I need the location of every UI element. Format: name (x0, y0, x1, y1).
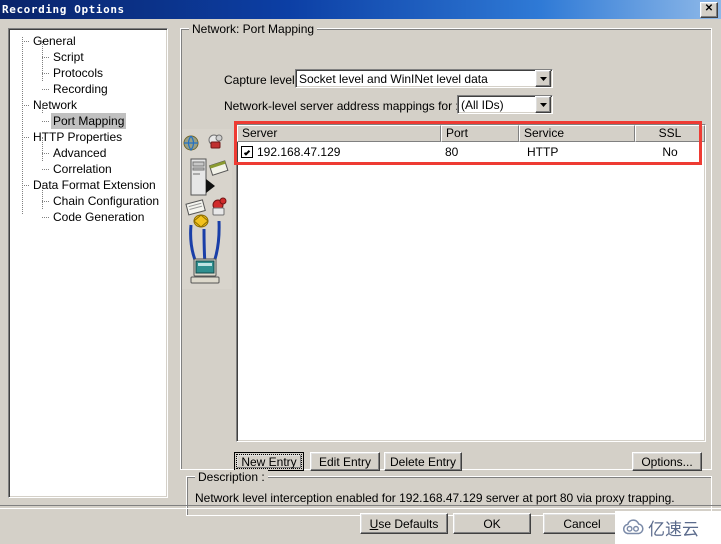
column-header-port[interactable]: Port (441, 125, 519, 142)
server-value: 192.168.47.129 (257, 144, 341, 159)
chevron-down-icon[interactable] (535, 70, 551, 87)
sidebar-item-label: Advanced (53, 146, 107, 160)
sidebar-item-label: Correlation (53, 162, 112, 176)
sidebar-item-label: Script (53, 50, 84, 64)
tree-connector (42, 41, 43, 81)
mappings-for-label: Network-level server address mappings fo… (224, 99, 459, 113)
tree-connector (42, 153, 49, 154)
capture-level-dropdown[interactable]: Socket level and WinINet level data (295, 69, 553, 88)
capture-level-label: Capture level: (224, 73, 299, 87)
tree-connector (42, 73, 49, 74)
watermark-text: 亿速云 (648, 520, 699, 540)
table-row[interactable]: 192.168.47.129 80 HTTP No (237, 142, 705, 161)
ok-button[interactable]: OK (453, 513, 531, 534)
client-area: General Script Protocols Recording Network Po… (0, 19, 721, 544)
tree-connector (42, 185, 43, 209)
sidebar-item-chain-configuration[interactable]: Chain Configuration (9, 193, 167, 209)
sidebar-item-label: Port Mapping (51, 113, 127, 129)
tree-connector (42, 57, 49, 58)
sidebar-item-label: General (33, 34, 76, 48)
tree-connector (22, 41, 29, 42)
close-icon[interactable]: ✕ (700, 2, 718, 18)
sidebar-item-general[interactable]: General (9, 33, 167, 49)
mappings-for-value: (All IDs) (461, 97, 504, 112)
row-checkbox[interactable] (241, 145, 253, 158)
chevron-down-icon[interactable] (535, 96, 551, 113)
use-defaults-mnemonic: U (369, 516, 379, 531)
settings-tree[interactable]: General Script Protocols Recording Network Po… (8, 28, 168, 498)
mappings-for-dropdown[interactable]: (All IDs) (457, 95, 553, 114)
tree-connector (22, 137, 29, 138)
new-entry-button-label: New Entry (236, 454, 302, 469)
delete-entry-button[interactable]: Delete Entry (384, 452, 462, 471)
tree-connector (42, 169, 49, 170)
cell-service: HTTP (527, 144, 559, 159)
network-illustration (182, 129, 232, 289)
sidebar-item-label: HTTP Properties (33, 130, 123, 144)
sidebar-item-label: Protocols (53, 66, 104, 80)
cell-ssl: No (662, 144, 678, 159)
use-defaults-label: se Defaults (378, 516, 439, 531)
options-button[interactable]: Options... (632, 452, 702, 471)
sidebar-item-code-generation[interactable]: Code Generation (9, 209, 167, 225)
edit-entry-button[interactable]: Edit Entry (310, 452, 380, 471)
tree-connector (42, 137, 43, 161)
port-mapping-table[interactable]: Server Port Service SSL 192.168.47.129 80 HTT… (236, 124, 706, 442)
cloud-logo-icon (622, 518, 644, 534)
sidebar-item-http-properties[interactable]: HTTP Properties (9, 129, 167, 145)
port-mapping-group-title: Network: Port Mapping (189, 22, 318, 36)
watermark: 亿速云 (615, 511, 721, 544)
sidebar-item-script[interactable]: Script (9, 49, 167, 65)
table-body: 192.168.47.129 80 HTTP No (237, 142, 705, 161)
sidebar-item-label: Recording (53, 82, 108, 96)
column-header-service[interactable]: Service (519, 125, 635, 142)
title-bar: Recording Options ✕ (0, 0, 721, 19)
tree-connector (42, 89, 49, 90)
cancel-button[interactable]: Cancel (543, 513, 621, 534)
sidebar-item-label: Network (33, 98, 78, 112)
sidebar-item-label: Data Format Extension (33, 178, 156, 192)
column-header-server[interactable]: Server (237, 125, 441, 142)
description-groupbox: Description : Network level interception… (186, 470, 712, 516)
tree-connector (42, 121, 49, 122)
sidebar-item-port-mapping[interactable]: Port Mapping (9, 113, 167, 129)
sidebar-item-label: Code Generation (53, 210, 145, 224)
table-header-row: Server Port Service SSL (237, 125, 705, 142)
tree-list: General Script Protocols Recording Network Po… (9, 29, 167, 225)
sidebar-item-protocols[interactable]: Protocols (9, 65, 167, 81)
sidebar-item-label: Chain Configuration (53, 194, 160, 208)
sidebar-item-network[interactable]: Network (9, 97, 167, 113)
tree-connector (42, 201, 49, 202)
tree-connector (22, 185, 29, 186)
recording-options-window: Recording Options ✕ General Script Protoco… (0, 0, 721, 544)
sidebar-item-advanced[interactable]: Advanced (9, 145, 167, 161)
capture-level-value: Socket level and WinINet level data (299, 71, 488, 86)
description-group-title: Description : (195, 470, 268, 484)
sidebar-item-data-format-extension[interactable]: Data Format Extension (9, 177, 167, 193)
column-header-ssl[interactable]: SSL (635, 125, 705, 142)
tree-connector (42, 217, 49, 218)
sidebar-item-correlation[interactable]: Correlation (9, 161, 167, 177)
bottom-separator (0, 505, 721, 509)
tree-connector (22, 105, 29, 106)
cell-server: 192.168.47.129 (237, 145, 441, 159)
cell-port: 80 (445, 144, 459, 159)
window-title: Recording Options (2, 3, 125, 16)
use-defaults-button[interactable]: Use Defaults (360, 513, 448, 534)
tree-connector (42, 105, 43, 113)
new-entry-button[interactable]: New Entry (234, 452, 304, 471)
sidebar-item-recording[interactable]: Recording (9, 81, 167, 97)
description-text: Network level interception enabled for 1… (195, 491, 675, 505)
network-diagram-icon (183, 134, 229, 284)
